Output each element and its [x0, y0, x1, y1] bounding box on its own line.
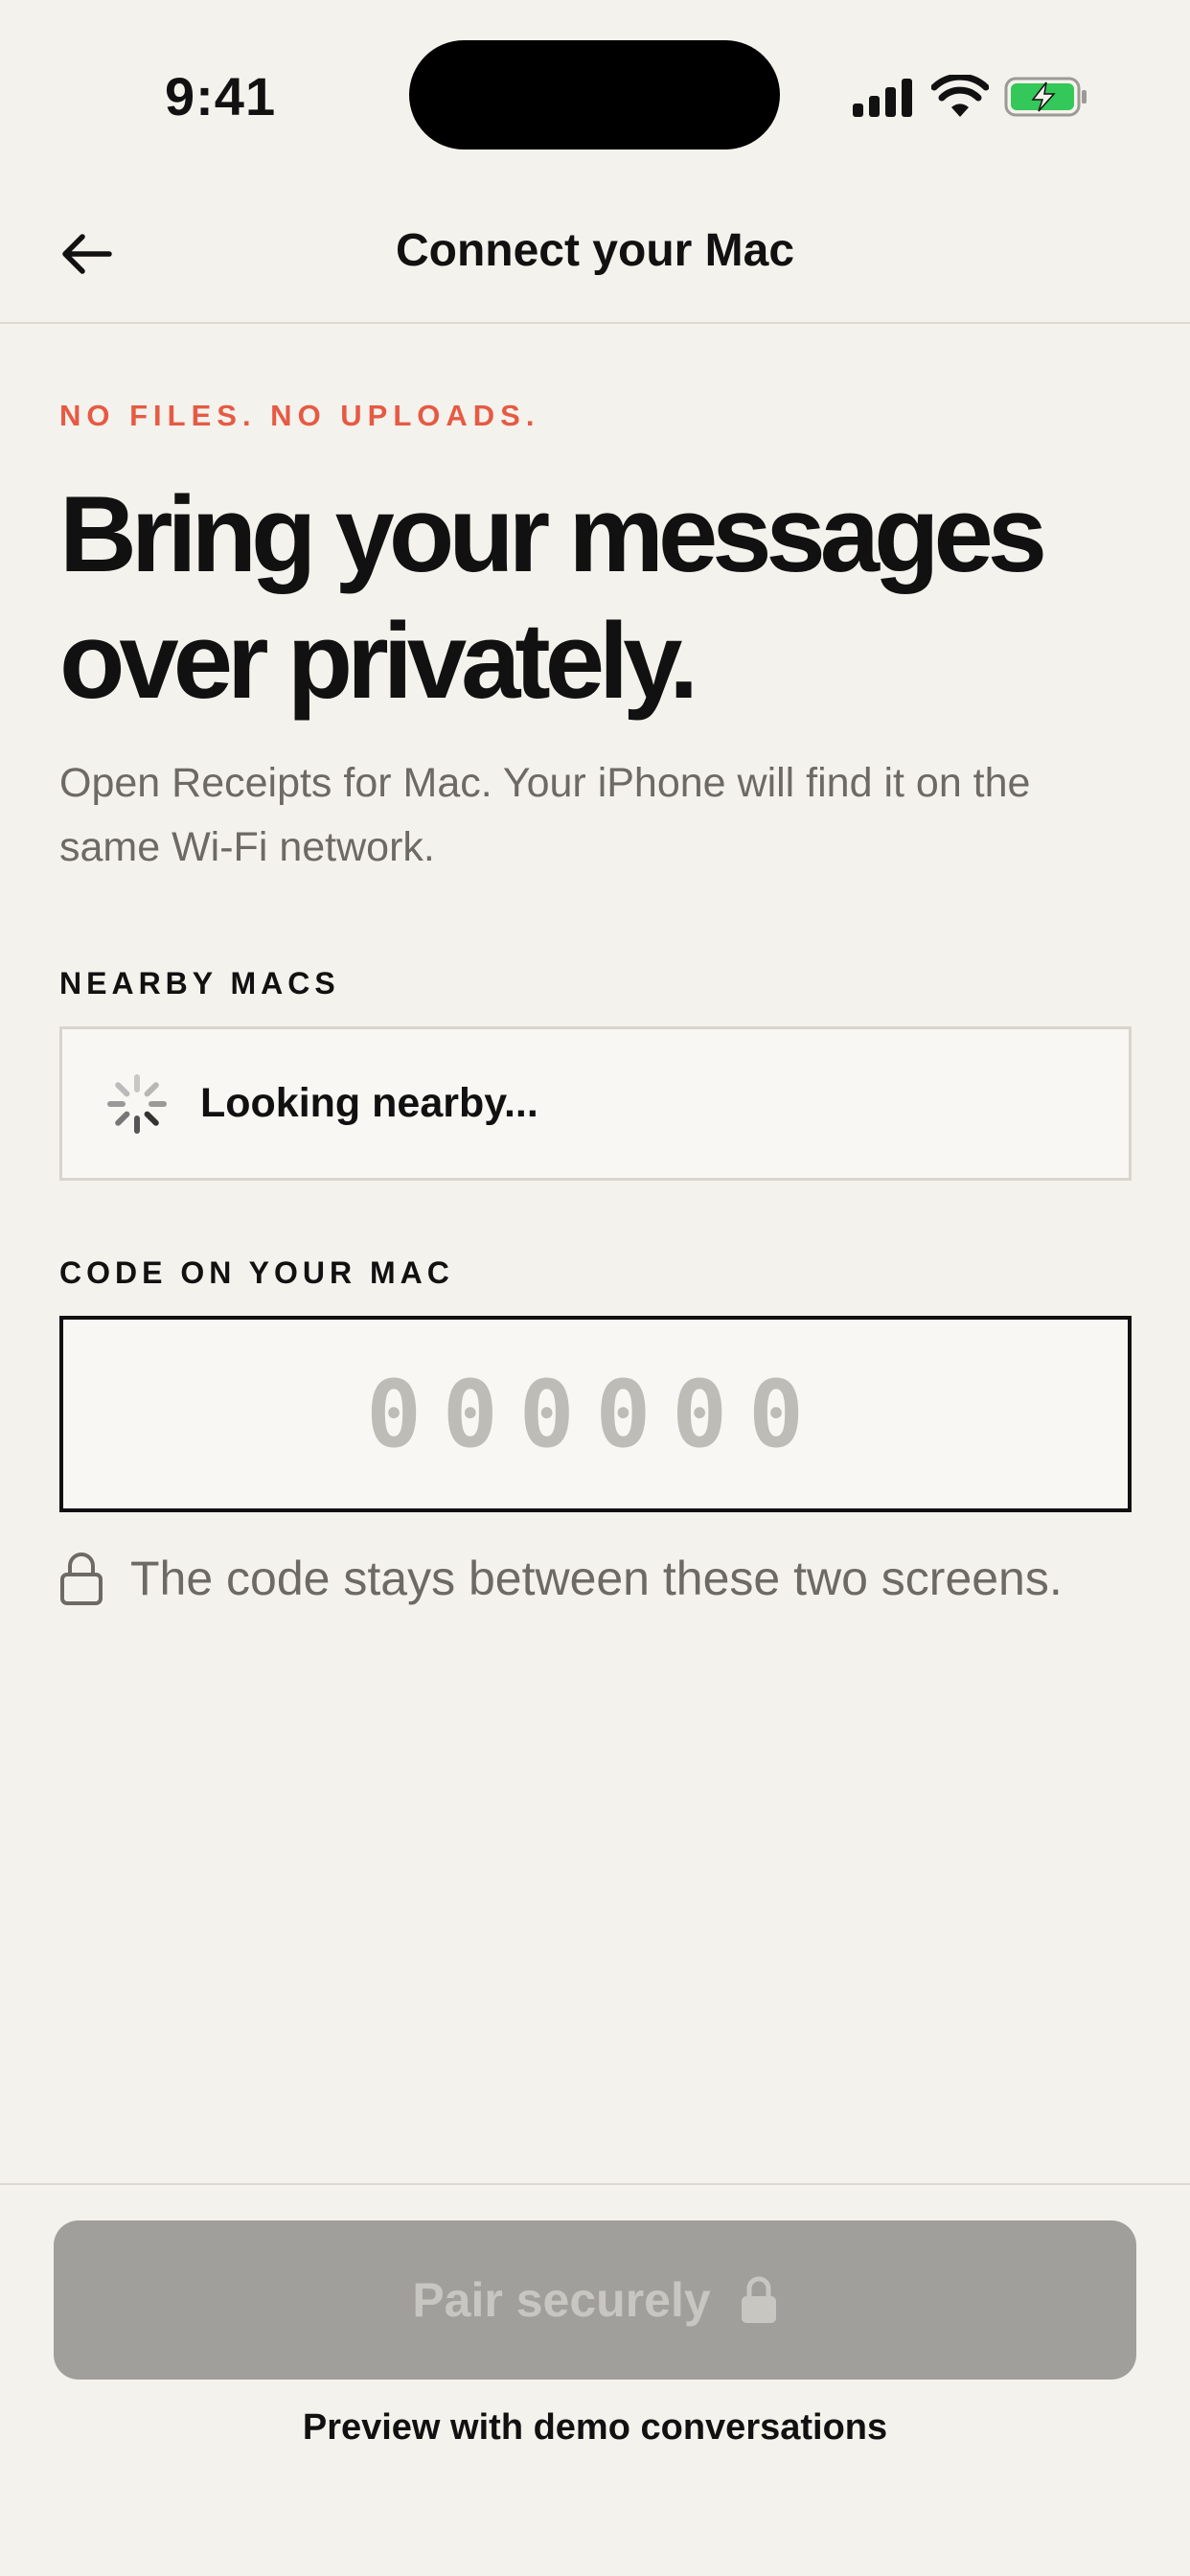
nearby-macs-list: Looking nearby... — [59, 1026, 1132, 1181]
pair-button-label: Pair securely — [412, 2273, 711, 2327]
lock-icon — [60, 1552, 103, 1605]
spinner-icon — [107, 1073, 167, 1134]
status-time: 9:41 — [165, 66, 277, 126]
cellular-signal-icon — [853, 79, 912, 117]
privacy-text: The code stays between these two screens… — [130, 1552, 1063, 1605]
page-title: Connect your Mac — [395, 225, 795, 276]
pair-securely-button[interactable]: Pair securely — [54, 2220, 1136, 2380]
nearby-status: Looking nearby... — [200, 1080, 538, 1126]
nav-bar: Connect your Mac — [0, 192, 1190, 324]
headline: Bring your messages over privately. — [59, 474, 1047, 721]
status-bar: 9:41 — [0, 0, 1190, 192]
lock-icon — [741, 2276, 776, 2323]
preview-demo-link[interactable]: Preview with demo conversations — [0, 2407, 1190, 2449]
privacy-note: The code stays between these two screens… — [59, 1551, 1063, 1606]
bottom-divider — [0, 2183, 1190, 2185]
subtitle: Open Receipts for Mac. Your iPhone will … — [59, 760, 1031, 870]
wifi-icon — [931, 75, 989, 117]
dynamic-island — [409, 40, 780, 150]
code-label: CODE ON YOUR MAC — [59, 1255, 454, 1290]
battery-charging-icon — [1004, 77, 1087, 117]
pairing-code-input[interactable]: 000000 — [59, 1316, 1132, 1512]
nearby-macs-label: NEARBY MACS — [59, 966, 340, 1000]
eyebrow-text: NO FILES. NO UPLOADS. — [59, 399, 540, 432]
code-placeholder: 000000 — [366, 1360, 825, 1468]
